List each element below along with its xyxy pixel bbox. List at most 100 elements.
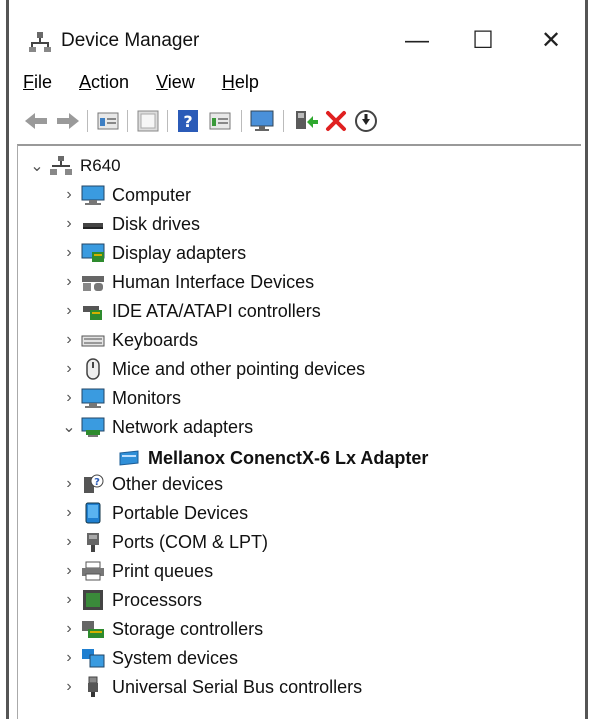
tree-item-label: Computer (112, 184, 192, 205)
tree-item-label: Print queues (112, 560, 214, 581)
monitor-icon (81, 388, 105, 408)
tree-item-display-adapters[interactable]: › Display adapters (58, 239, 246, 267)
processor-icon (83, 590, 103, 610)
printer-icon (82, 561, 104, 581)
hid-icon (82, 276, 104, 291)
tree-item-label: IDE ATA/ATAPI controllers (112, 300, 321, 321)
tree-item-system-devices[interactable]: › System devices (58, 644, 238, 672)
chevron-right-icon[interactable]: › (58, 649, 80, 667)
disk-drive-icon (83, 223, 103, 229)
monitor-icon[interactable] (249, 108, 275, 134)
tree-item-label: Human Interface Devices (112, 271, 315, 292)
chevron-right-icon[interactable]: › (58, 389, 80, 407)
system-devices-icon (82, 649, 105, 668)
tree-item-keyboards[interactable]: › Keyboards (58, 326, 198, 354)
maximize-button[interactable]: ☐ (461, 24, 505, 58)
menu-bar: File Action View Help (23, 72, 281, 96)
chevron-down-icon[interactable]: ⌄ (58, 417, 80, 437)
back-arrow-icon[interactable] (23, 108, 49, 134)
tree-item-storage-controllers[interactable]: › Storage controllers (58, 615, 263, 643)
ide-controller-icon (83, 306, 102, 320)
chevron-down-icon[interactable]: ⌄ (26, 156, 48, 176)
tree-child-mellanox-adapter[interactable]: Mellanox ConenctX-6 Lx Adapter (116, 444, 428, 472)
window-title: Device Manager (61, 30, 200, 51)
tree-item-usb-controllers[interactable]: › Universal Serial Bus controllers (58, 673, 362, 701)
computer-tree-icon (50, 156, 72, 175)
chevron-right-icon[interactable]: › (58, 678, 80, 696)
tree-child-label: Mellanox ConenctX-6 Lx Adapter (148, 447, 429, 468)
tree-item-label: Processors (112, 589, 203, 610)
properties-icon[interactable] (95, 108, 121, 134)
chevron-right-icon[interactable]: › (58, 620, 80, 638)
chevron-right-icon[interactable]: › (58, 562, 80, 580)
chevron-right-icon[interactable]: › (58, 504, 80, 522)
chevron-right-icon[interactable]: › (58, 475, 80, 493)
tree-item-human-interface-devices[interactable]: › Human Interface Devices (58, 268, 314, 296)
computer-icon (81, 185, 105, 205)
tree-item-label: Universal Serial Bus controllers (112, 676, 363, 697)
details-icon[interactable] (207, 108, 233, 134)
svg-text:?: ? (94, 477, 100, 488)
chevron-right-icon[interactable]: › (58, 331, 80, 349)
menu-action[interactable]: Action (79, 72, 129, 93)
device-manager-app-icon (29, 32, 51, 52)
device-tree[interactable]: ⌄ R640 › Computer › Disk drives › Displa… (17, 144, 581, 719)
help-icon[interactable]: ? (175, 108, 201, 134)
chevron-right-icon[interactable]: › (58, 244, 80, 262)
network-card-icon (119, 450, 139, 466)
display-adapter-icon (81, 243, 105, 262)
tree-item-network-adapters[interactable]: ⌄ Network adapters (58, 413, 253, 441)
toolbar: ? (21, 104, 581, 140)
show-hidden-icon[interactable] (135, 108, 161, 134)
tree-item-label: Ports (COM & LPT) (112, 531, 269, 552)
tree-root-label: R640 (80, 156, 121, 175)
uninstall-icon[interactable] (323, 108, 349, 134)
network-adapter-icon (81, 417, 105, 437)
minimize-button[interactable]: — (395, 24, 439, 58)
menu-help[interactable]: Help (222, 72, 259, 93)
usb-icon (88, 676, 98, 697)
device-manager-window: Device Manager — ☐ ✕ File Action View He… (6, 0, 588, 719)
chevron-right-icon[interactable]: › (58, 533, 80, 551)
enable-device-icon[interactable] (293, 108, 319, 134)
forward-arrow-icon[interactable] (55, 108, 81, 134)
tree-item-label: Portable Devices (112, 502, 249, 523)
tree-item-computer[interactable]: › Computer (58, 181, 191, 209)
tree-item-label: Disk drives (112, 213, 201, 234)
keyboard-icon (81, 335, 105, 347)
update-driver-icon[interactable] (353, 108, 379, 134)
chevron-right-icon[interactable]: › (58, 186, 80, 204)
tree-root-r640[interactable]: ⌄ R640 (26, 152, 121, 180)
chevron-right-icon[interactable]: › (58, 360, 80, 378)
chevron-right-icon[interactable]: › (58, 215, 80, 233)
storage-controller-icon (82, 621, 104, 638)
chevron-right-icon[interactable]: › (58, 302, 80, 320)
other-devices-icon: ? (84, 474, 104, 493)
tree-item-label: System devices (112, 647, 239, 668)
tree-item-print-queues[interactable]: › Print queues (58, 557, 213, 585)
tree-item-processors[interactable]: › Processors (58, 586, 202, 614)
tree-item-ports[interactable]: › Ports (COM & LPT) (58, 528, 268, 556)
close-button[interactable]: ✕ (529, 24, 573, 58)
port-icon (87, 533, 99, 552)
tree-item-monitors[interactable]: › Monitors (58, 384, 181, 412)
tree-item-label: Keyboards (112, 329, 199, 350)
menu-file[interactable]: File (23, 72, 52, 93)
tree-item-mice[interactable]: › Mice and other pointing devices (58, 355, 365, 383)
tree-item-portable-devices[interactable]: › Portable Devices (58, 499, 248, 527)
title-bar[interactable]: Device Manager — ☐ ✕ (9, 0, 585, 66)
tree-item-label: Network adapters (112, 416, 254, 437)
tree-item-label: Display adapters (112, 242, 247, 263)
portable-device-icon (85, 502, 101, 524)
tree-item-disk-drives[interactable]: › Disk drives (58, 210, 200, 238)
tree-item-label: Monitors (112, 387, 182, 408)
chevron-right-icon[interactable]: › (58, 273, 80, 291)
svg-text:?: ? (183, 112, 192, 131)
menu-view[interactable]: View (156, 72, 195, 93)
mouse-icon (86, 358, 100, 380)
tree-item-label: Storage controllers (112, 618, 264, 639)
tree-item-ide-controllers[interactable]: › IDE ATA/ATAPI controllers (58, 297, 321, 325)
chevron-right-icon[interactable]: › (58, 591, 80, 609)
tree-item-label: Other devices (112, 473, 224, 494)
tree-item-other-devices[interactable]: › ? Other devices (58, 470, 223, 498)
